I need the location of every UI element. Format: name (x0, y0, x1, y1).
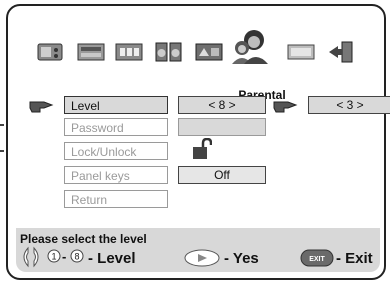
ok-enter-button-icon (184, 249, 220, 267)
yes-help-text: - Yes (224, 250, 259, 267)
return-menu-item[interactable]: Return (64, 190, 168, 208)
pointing-hand-icon (272, 96, 298, 114)
number-key-icon: 8 (70, 249, 84, 263)
pointing-hand-icon (28, 96, 54, 114)
language-icon[interactable] (194, 40, 224, 64)
speaker-icon[interactable] (154, 40, 184, 64)
menu-row-lock: Lock/Unlock (28, 137, 388, 162)
menu-icon-bar: Parental (32, 26, 382, 102)
menu-row-return: Return (28, 190, 388, 210)
menu-row-panel-keys: Panel keys Off (28, 166, 388, 186)
menu-row-password: Password (28, 118, 388, 138)
help-panel: Please select the level 1 - 8 - Level - … (16, 228, 380, 272)
exit-door-icon[interactable] (326, 40, 356, 64)
parental-menu-panel: Parental Level < 8 > < 3 > Password Lock… (6, 4, 390, 280)
screen-icon[interactable] (76, 40, 106, 64)
tv-settings-icon[interactable] (36, 40, 66, 64)
number-key-icon: 1 (47, 249, 61, 263)
level-secondary-value[interactable]: < 3 > (308, 96, 390, 114)
exit-key-icon: EXIT (300, 249, 334, 267)
range-end-digit: 8 (74, 252, 79, 262)
display-icon[interactable] (286, 40, 316, 64)
password-menu-item[interactable]: Password (64, 118, 168, 136)
panel-keys-menu-item[interactable]: Panel keys (64, 166, 168, 184)
level-menu-item[interactable]: Level (64, 96, 168, 114)
side-mark (0, 150, 4, 152)
panel-keys-value[interactable]: Off (178, 166, 266, 184)
exit-key-label: EXIT (309, 256, 325, 263)
level-help-text: - Level (88, 250, 136, 267)
range-start-digit: 1 (51, 252, 56, 262)
audio-icon[interactable] (114, 40, 144, 64)
unlocked-padlock-icon (192, 137, 213, 160)
lock-unlock-menu-item[interactable]: Lock/Unlock (64, 142, 168, 160)
password-field[interactable] (178, 118, 266, 136)
parental-icon[interactable] (230, 26, 268, 64)
side-mark (0, 124, 4, 126)
exit-help-text: - Exit (336, 250, 373, 267)
left-right-arrows-icon (18, 246, 44, 268)
range-dash: - (62, 249, 67, 264)
level-value[interactable]: < 8 > (178, 96, 266, 114)
help-keys-line: 1 - 8 - Level - Yes EXIT - Exit (18, 244, 378, 270)
menu-row-level: Level < 8 > < 3 > (28, 96, 390, 116)
